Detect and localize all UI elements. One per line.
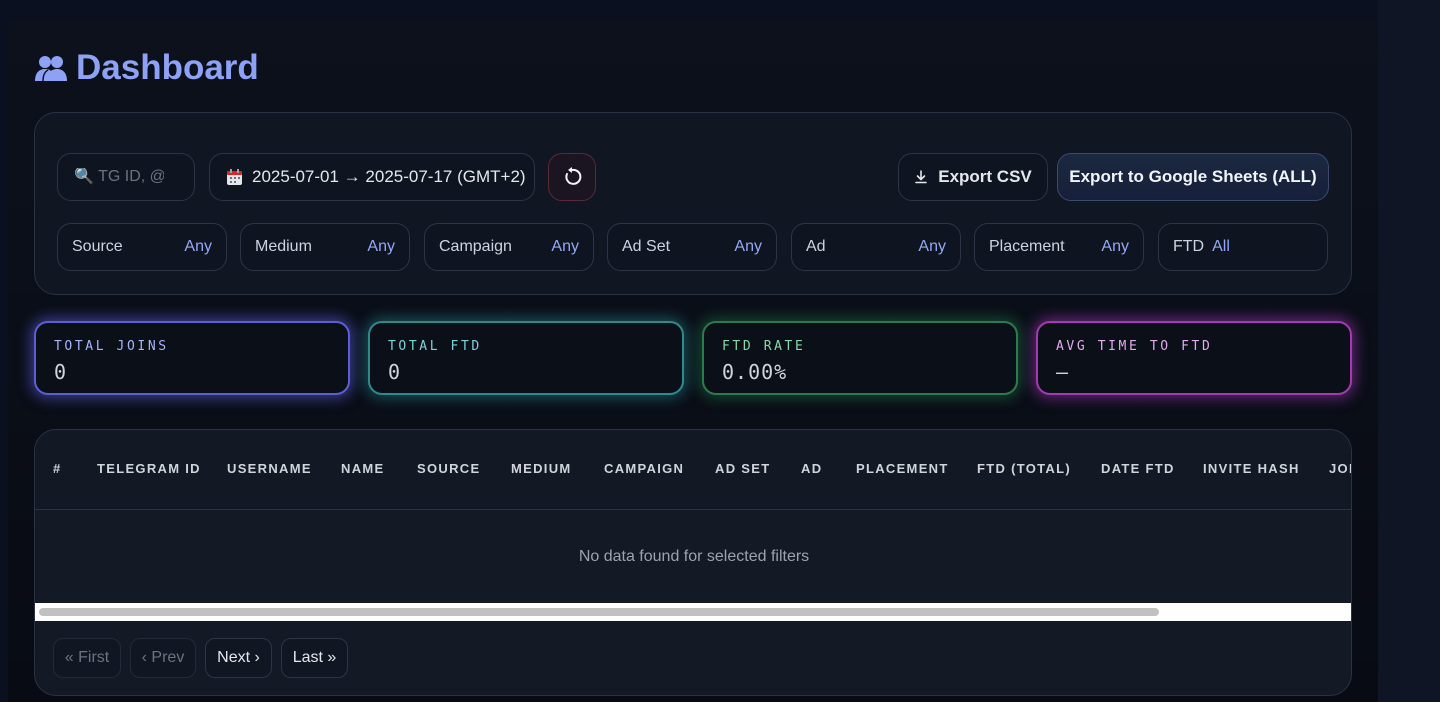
window-top-strip (0, 0, 1378, 20)
total-ftd-card: TOTAL FTD 0 (368, 321, 684, 395)
select-value: Any (1101, 238, 1129, 255)
reset-icon (565, 167, 582, 185)
select-label: Placement (989, 238, 1065, 255)
ftd-rate-card: FTD RATE 0.00% (702, 321, 1018, 395)
column-header[interactable]: USERNAME (227, 461, 312, 476)
empty-state-message: No data found for selected filters (578, 548, 810, 565)
total-joins-card: TOTAL JOINS 0 (34, 321, 350, 395)
stat-value: 0.00% (722, 360, 788, 384)
users-icon (35, 56, 67, 82)
select-label: Campaign (439, 238, 512, 255)
search-input[interactable] (74, 168, 164, 186)
stat-value: 0 (388, 360, 402, 384)
select-label: Ad (806, 238, 826, 255)
calendar-icon (227, 168, 242, 185)
medium-select[interactable]: Medium Any (240, 223, 410, 271)
column-header[interactable]: DATE FTD (1101, 461, 1175, 476)
filter-panel: 2025-07-01 → 2025-07-17 (GMT+2) Export C… (34, 112, 1352, 295)
last-page-button[interactable]: Last » (281, 638, 348, 678)
column-header[interactable]: FTD (TOTAL) (977, 461, 1071, 476)
page-title-text: Dashboard (76, 48, 259, 87)
export-csv-button[interactable]: Export CSV (898, 153, 1048, 201)
select-value: All (1212, 238, 1230, 255)
select-value: Any (184, 238, 212, 255)
export-google-sheets-button[interactable]: Export to Google Sheets (ALL) (1057, 153, 1329, 201)
select-value: Any (918, 238, 946, 255)
table-header: # TELEGRAM ID USERNAME NAME SOURCE MEDIU… (35, 430, 1351, 510)
select-label: Medium (255, 238, 312, 255)
select-label: FTD (1173, 238, 1205, 255)
column-header[interactable]: SOURCE (417, 461, 480, 476)
date-range-picker[interactable]: 2025-07-01 → 2025-07-17 (GMT+2) (209, 153, 535, 201)
ad-select[interactable]: Ad Any (791, 223, 961, 271)
column-header[interactable]: TELEGRAM ID (97, 461, 201, 476)
stat-value: 0 (54, 360, 68, 384)
export-sheets-label: Export to Google Sheets (ALL) (1069, 167, 1317, 186)
column-header[interactable]: AD SET (715, 461, 770, 476)
ad-set-select[interactable]: Ad Set Any (607, 223, 777, 271)
avg-time-to-ftd-card: AVG TIME TO FTD — (1036, 321, 1352, 395)
search-field[interactable] (57, 153, 195, 201)
column-header[interactable]: PLACEMENT (856, 461, 949, 476)
dashboard-page: Dashboard 2025-07-01 → 2025-07-17 (GMT+2… (8, 20, 1378, 702)
stat-value: — (1056, 360, 1070, 384)
ftd-select[interactable]: FTD All (1158, 223, 1328, 271)
source-select[interactable]: Source Any (57, 223, 227, 271)
stat-label: TOTAL FTD (388, 339, 482, 354)
select-value: Any (734, 238, 762, 255)
next-page-button[interactable]: Next › (205, 638, 272, 678)
campaign-select[interactable]: Campaign Any (424, 223, 594, 271)
select-label: Ad Set (622, 238, 671, 255)
column-header[interactable]: JOI (1329, 461, 1351, 476)
stat-label: AVG TIME TO FTD (1056, 339, 1213, 354)
column-header[interactable]: INVITE HASH (1203, 461, 1300, 476)
stats-row: TOTAL JOINS 0 TOTAL FTD 0 FTD RATE 0.00%… (34, 321, 1352, 395)
placement-select[interactable]: Placement Any (974, 223, 1144, 271)
horizontal-scrollbar[interactable] (35, 603, 1351, 621)
stat-label: TOTAL JOINS (54, 339, 169, 354)
first-page-button[interactable]: « First (53, 638, 121, 678)
column-header[interactable]: AD (801, 461, 822, 476)
select-label: Source (72, 238, 123, 255)
reset-button[interactable] (548, 153, 596, 201)
window-right-strip (1378, 0, 1440, 702)
date-range-text: 2025-07-01 → 2025-07-17 (GMT+2) (252, 167, 526, 186)
column-header[interactable]: # (53, 461, 62, 476)
scrollbar-thumb[interactable] (39, 608, 1159, 616)
prev-page-button[interactable]: ‹ Prev (130, 638, 196, 678)
select-value: Any (551, 238, 579, 255)
stat-label: FTD RATE (722, 339, 806, 354)
column-header[interactable]: CAMPAIGN (604, 461, 684, 476)
data-table: # TELEGRAM ID USERNAME NAME SOURCE MEDIU… (34, 429, 1352, 696)
select-value: Any (367, 238, 395, 255)
page-title: Dashboard (34, 46, 259, 90)
export-csv-label: Export CSV (938, 167, 1032, 186)
download-icon (915, 170, 928, 184)
column-header[interactable]: NAME (341, 461, 384, 476)
column-header[interactable]: MEDIUM (511, 461, 572, 476)
